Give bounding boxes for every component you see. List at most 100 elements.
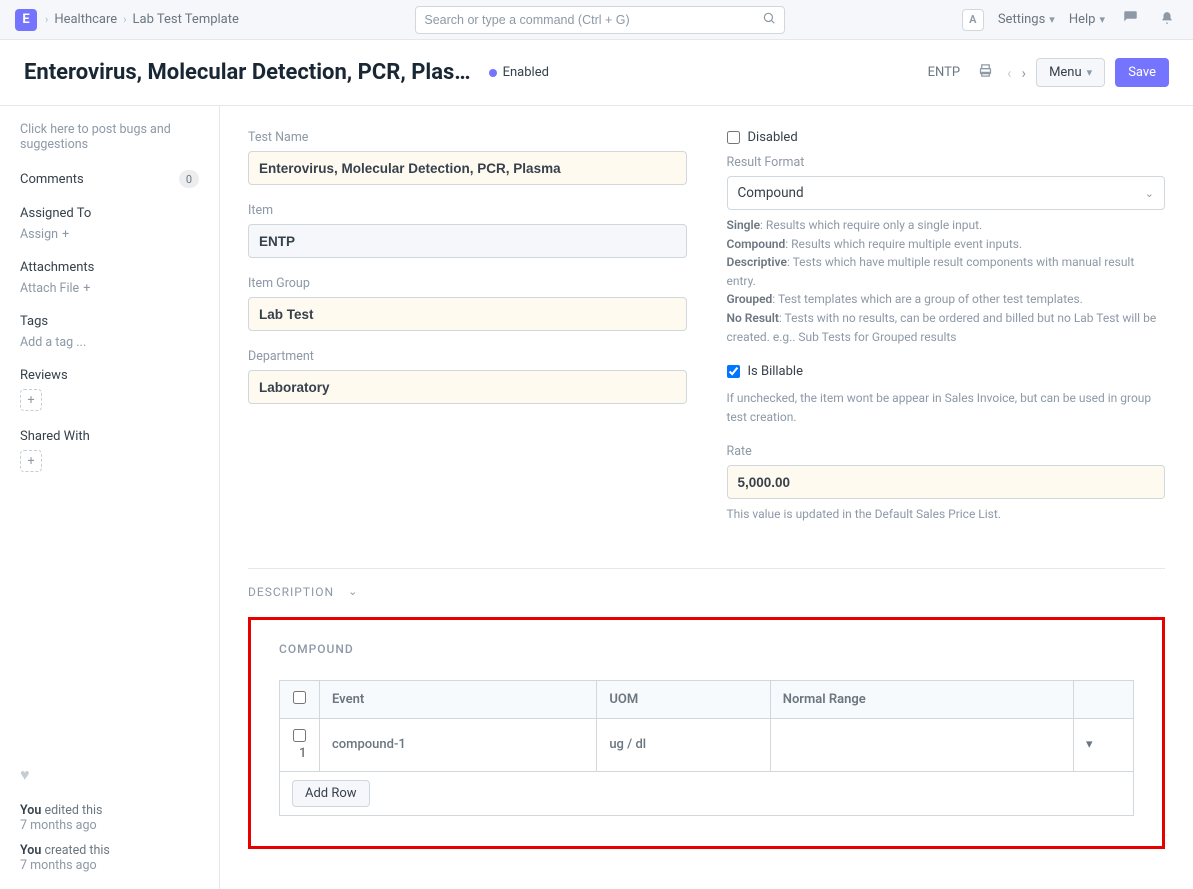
global-search[interactable] [415,6,785,34]
assign-action[interactable]: Assign + [20,227,199,242]
menu-button-label: Menu [1049,65,1082,80]
chevron-down-icon: ▾ [1099,13,1105,26]
rate-label: Rate [727,444,1166,459]
save-button-label: Save [1128,65,1156,80]
chevron-right-icon: › [45,13,48,26]
rate-field[interactable] [727,465,1166,499]
rate-help: This value is updated in the Default Sal… [727,505,1166,524]
activity-verb: edited this [44,803,102,818]
disabled-checkbox[interactable] [727,131,740,144]
reviews-label: Reviews [20,368,199,383]
cell-uom[interactable]: ug / dl [597,718,770,771]
page-title: Enterovirus, Molecular Detection, PCR, P… [24,60,471,85]
item-group-field[interactable] [248,297,687,331]
chevron-right-icon: › [123,13,126,26]
breadcrumb-doctype[interactable]: Lab Test Template [133,12,239,27]
assigned-to-label: Assigned To [20,206,199,221]
col-header-event: Event [320,680,597,718]
like-icon[interactable]: ♥ [20,765,199,785]
activity-log: You edited this 7 months ago You created… [20,803,199,873]
add-row-button[interactable]: Add Row [292,780,370,807]
help-menu[interactable]: Help ▾ [1069,12,1105,27]
prev-doc-icon[interactable]: ‹ [1007,64,1012,82]
department-label: Department [248,349,687,364]
chevron-down-icon: ▾ [1087,66,1093,79]
status-indicator: Enabled [489,65,549,80]
shared-with-label: Shared With [20,429,199,444]
settings-label: Settings [998,12,1045,27]
select-all-header [280,680,320,718]
table-row[interactable]: 1 compound-1 ug / dl ▾ [280,718,1134,771]
help-label: Help [1069,12,1096,27]
topbar: E › Healthcare › Lab Test Template A Set… [0,0,1193,40]
test-name-field[interactable] [248,151,687,185]
col-header-actions [1074,680,1134,718]
add-share-button[interactable]: + [20,450,42,472]
comments-count: 0 [179,170,199,188]
row-index: 1 [299,746,306,761]
description-section-label: DESCRIPTION [248,585,334,599]
compound-table: Event UOM Normal Range 1 compound-1 ug /… [279,680,1134,772]
compound-section-label: COMPOUND [279,642,1134,656]
activity-time: 7 months ago [20,858,97,873]
app-logo[interactable]: E [15,9,37,31]
row-action-toggle[interactable]: ▾ [1074,718,1134,771]
cell-normal[interactable] [770,718,1073,771]
result-format-select[interactable]: Compound ⌄ [727,176,1166,210]
form-body: Test Name Item Item Group Department [220,106,1193,889]
bell-icon[interactable] [1156,9,1178,31]
attach-file-action[interactable]: Attach File + [20,281,199,296]
activity-verb: created this [44,843,109,858]
print-icon[interactable] [974,61,997,84]
chevron-down-icon: ▾ [1049,13,1055,26]
disabled-label: Disabled [748,130,798,145]
add-tag-action[interactable]: Add a tag ... [20,335,199,350]
breadcrumb: › Healthcare › Lab Test Template [45,12,239,27]
description-section-head[interactable]: DESCRIPTION ⌄ [248,568,1165,599]
comments-label[interactable]: Comments [20,172,84,187]
col-header-uom: UOM [597,680,770,718]
user-avatar[interactable]: A [962,9,984,31]
breadcrumb-module[interactable]: Healthcare [54,12,117,27]
save-button[interactable]: Save [1115,58,1169,87]
test-name-label: Test Name [248,130,687,145]
item-label: Item [248,203,687,218]
chevron-down-icon: ⌄ [348,585,358,598]
is-billable-checkbox[interactable] [727,365,740,378]
form-sidebar: Click here to post bugs and suggestions … [0,106,220,889]
attach-file-label: Attach File [20,281,79,296]
item-group-label: Item Group [248,276,687,291]
add-review-button[interactable]: + [20,389,42,411]
search-icon [762,11,776,29]
menu-button[interactable]: Menu ▾ [1036,58,1105,87]
activity-time: 7 months ago [20,818,97,833]
plus-icon: + [83,281,90,296]
select-all-checkbox[interactable] [293,691,306,704]
doc-id-label: ENTP [928,65,960,80]
is-billable-help: If unchecked, the item wont be appear in… [727,389,1166,426]
activity-actor: You [20,803,41,818]
cell-event[interactable]: compound-1 [320,718,597,771]
chevron-down-icon: ⌄ [1145,187,1154,200]
status-dot-icon [489,69,497,77]
bugs-link[interactable]: Click here to post bugs and suggestions [20,122,199,152]
settings-menu[interactable]: Settings ▾ [998,12,1055,27]
next-doc-icon[interactable]: › [1022,64,1027,82]
search-input[interactable] [424,13,762,27]
col-header-normal: Normal Range [770,680,1073,718]
attachments-label: Attachments [20,260,199,275]
compound-section: COMPOUND Event UOM Normal Range 1 compou… [248,617,1165,849]
result-format-label: Result Format [727,155,1166,170]
tags-label: Tags [20,314,199,329]
result-format-value: Compound [738,185,804,201]
activity-actor: You [20,843,41,858]
result-format-help: Single: Results which require only a sin… [727,216,1166,346]
plus-icon: + [62,227,69,242]
row-checkbox[interactable] [293,729,306,742]
department-field[interactable] [248,370,687,404]
page-header: Enterovirus, Molecular Detection, PCR, P… [0,40,1193,106]
assign-action-label: Assign [20,227,58,242]
status-label: Enabled [503,65,549,80]
is-billable-label: Is Billable [748,364,803,379]
chat-icon[interactable] [1119,8,1142,31]
